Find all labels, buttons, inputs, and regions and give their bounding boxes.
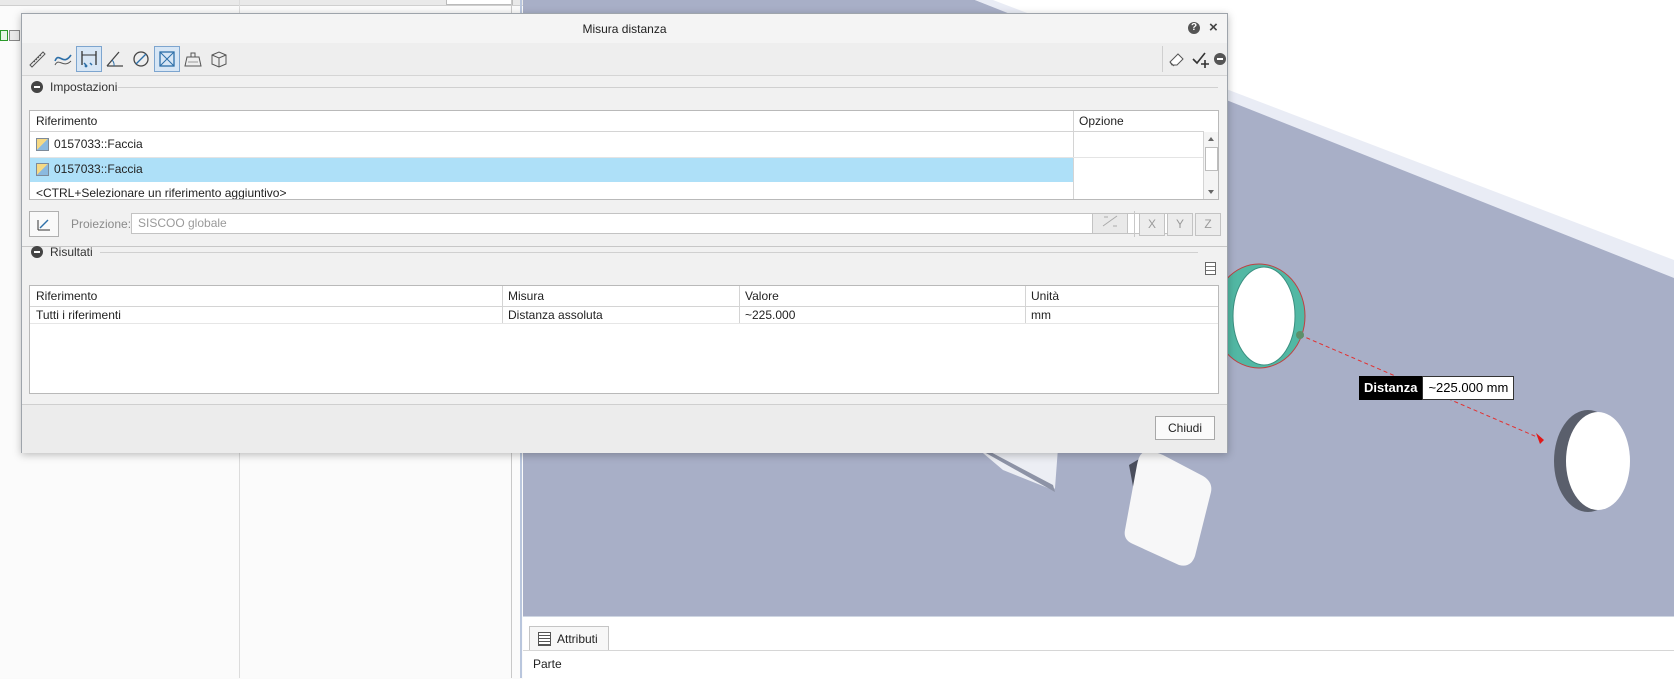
- list-icon: [538, 632, 551, 646]
- section-risultati-title: Risultati: [50, 245, 93, 259]
- distance-callout: Distanza ~225.000 mm: [1359, 376, 1515, 400]
- section-divider-line: [118, 87, 1218, 88]
- column-header-opzione[interactable]: Opzione: [1073, 111, 1204, 132]
- table-row-selected[interactable]: 0157033::Faccia: [30, 157, 1073, 182]
- column-header-riferimento[interactable]: Riferimento: [30, 286, 502, 307]
- row-divider: [30, 157, 1204, 158]
- add-reference-hint: <CTRL+Selezionare un riferimento aggiunt…: [36, 186, 287, 200]
- projection-button[interactable]: [29, 211, 59, 237]
- row-reference: 0157033::Faccia: [54, 137, 143, 151]
- face-icon: [36, 163, 49, 176]
- tree-header-box: [446, 0, 513, 5]
- column-header-valore[interactable]: Valore: [739, 286, 1025, 307]
- axis-y-button[interactable]: Y: [1167, 213, 1193, 236]
- transform-tool-icon[interactable]: [154, 46, 180, 72]
- dialog-title: Misura distanza: [582, 22, 667, 36]
- measure-toolbar: [22, 43, 1227, 76]
- dialog-footer: Chiudi: [22, 404, 1227, 453]
- length-tool-icon[interactable]: [24, 46, 50, 72]
- distance-tool-icon[interactable]: [76, 46, 102, 72]
- axis-x-button[interactable]: X: [1139, 213, 1165, 236]
- attributes-parte-label: Parte: [533, 657, 562, 671]
- projection-separator: [1134, 211, 1135, 237]
- reference-scrollbar[interactable]: [1203, 132, 1218, 199]
- scroll-up-icon[interactable]: [1208, 137, 1214, 141]
- projection-icon: [37, 219, 50, 231]
- attributes-divider: [523, 650, 1674, 651]
- column-header-misura[interactable]: Misura: [502, 286, 739, 307]
- measure-distance-dialog: Misura distanza ? × Impostazioni Riferim…: [21, 13, 1228, 453]
- report-icon[interactable]: [1205, 262, 1216, 275]
- distance-callout-value: ~225.000 mm: [1422, 376, 1515, 400]
- scroll-thumb[interactable]: [1205, 147, 1218, 171]
- close-button[interactable]: Chiudi: [1155, 416, 1215, 440]
- add-reference-row[interactable]: <CTRL+Selezionare un riferimento aggiunt…: [30, 182, 1204, 199]
- projection-input[interactable]: SISCOO globale: [131, 213, 1190, 234]
- column-header-riferimento[interactable]: Riferimento: [30, 111, 1073, 132]
- dialog-section-divider: [22, 246, 1227, 247]
- column-header-unita[interactable]: Unità: [1025, 286, 1218, 307]
- collapse-minus-icon[interactable]: [31, 246, 43, 258]
- collapse-minus-icon[interactable]: [31, 81, 43, 93]
- scroll-down-icon[interactable]: [1208, 190, 1214, 194]
- projection-label: Proiezione:: [71, 217, 132, 231]
- help-icon[interactable]: ?: [1188, 22, 1200, 34]
- result-unit[interactable]: mm: [1025, 307, 1218, 324]
- row-reference: 0157033::Faccia: [54, 162, 143, 176]
- dialog-titlebar[interactable]: Misura distanza ? ×: [22, 14, 1227, 43]
- eraser-icon[interactable]: [1162, 46, 1189, 72]
- tab-attributi-label: Attributi: [557, 632, 598, 646]
- flip-direction-button[interactable]: [1092, 213, 1128, 234]
- section-divider-line: [100, 252, 1198, 253]
- results-table: Riferimento Misura Valore Unità Tutti i …: [29, 285, 1219, 394]
- result-value[interactable]: ~225.000: [739, 307, 1025, 324]
- angle-tool-icon[interactable]: [102, 46, 128, 72]
- part-icon: [9, 30, 20, 41]
- save-measure-icon[interactable]: [1188, 46, 1214, 72]
- axis-z-button[interactable]: Z: [1195, 213, 1221, 236]
- distance-callout-key: Distanza: [1359, 376, 1423, 400]
- face-icon: [36, 138, 49, 151]
- reference-table: Riferimento Opzione 0157033::Faccia 0157…: [29, 110, 1219, 200]
- collapse-icon[interactable]: [1212, 46, 1227, 72]
- tab-attributi[interactable]: Attributi: [529, 626, 609, 651]
- table-row[interactable]: 0157033::Faccia: [30, 132, 1204, 157]
- flip-icon: [1102, 215, 1118, 227]
- section-risultati-header[interactable]: Risultati: [31, 245, 93, 259]
- attributes-panel: Attributi Parte: [523, 616, 1674, 679]
- result-measure[interactable]: Distanza assoluta: [502, 307, 739, 324]
- volume-tool-icon[interactable]: [206, 46, 232, 72]
- section-impostazioni-title: Impostazioni: [50, 80, 118, 94]
- section-impostazioni-header[interactable]: Impostazioni: [31, 80, 117, 94]
- curve-tool-icon[interactable]: [50, 46, 76, 72]
- checkbox-icon[interactable]: [0, 30, 8, 41]
- result-reference[interactable]: Tutti i riferimenti: [30, 307, 502, 324]
- close-icon[interactable]: ×: [1209, 19, 1218, 36]
- diameter-tool-icon[interactable]: [128, 46, 154, 72]
- area-tool-icon[interactable]: [180, 46, 206, 72]
